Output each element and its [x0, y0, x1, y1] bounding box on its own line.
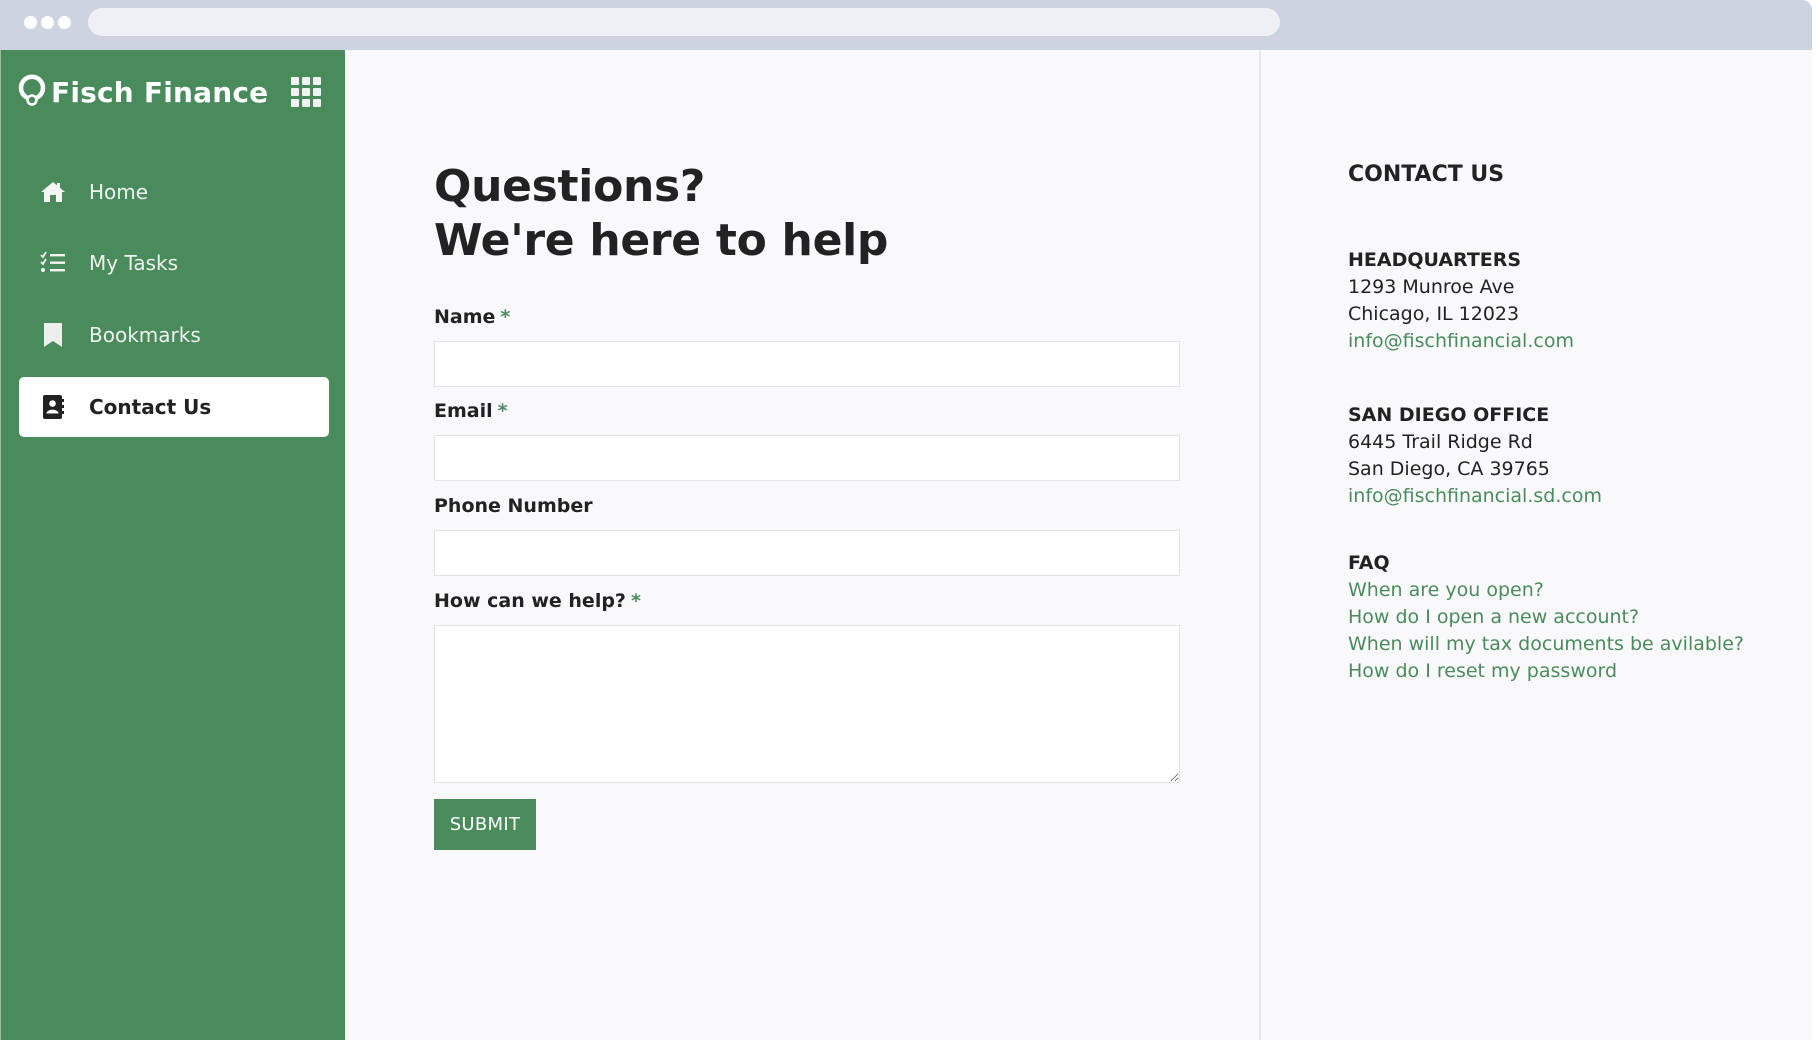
sidebar-item-label: Contact Us: [89, 395, 212, 419]
sidebar-item-home[interactable]: Home: [19, 162, 329, 222]
brand-name: Fisch Finance: [51, 75, 269, 109]
name-label: Name *: [434, 306, 510, 328]
address-book-icon: [39, 393, 67, 421]
name-label-text: Name: [434, 306, 496, 328]
required-marker: *: [497, 400, 508, 422]
san-diego-address-line-1: 6445 Trail Ridge Rd: [1348, 431, 1533, 453]
phone-field[interactable]: [434, 530, 1180, 576]
task-list-icon: [39, 249, 67, 277]
faq-link[interactable]: How do I open a new account?: [1348, 604, 1744, 631]
browser-window: Fisch Finance Home My Tasks Bookmarks Co…: [0, 0, 1812, 1040]
faq-block: FAQ When are you open? How do I open a n…: [1348, 550, 1744, 685]
help-message-textarea[interactable]: [434, 625, 1180, 783]
bookmark-icon: [39, 321, 67, 349]
headquarters-email-link[interactable]: info@fischfinancial.com: [1348, 328, 1574, 355]
email-label-text: Email: [434, 400, 493, 422]
browser-toolbar: [0, 0, 1812, 50]
sidebar-item-contact-us[interactable]: Contact Us: [19, 377, 329, 437]
san-diego-email-link[interactable]: info@fischfinancial.sd.com: [1348, 483, 1602, 510]
phone-label: Phone Number: [434, 495, 593, 517]
window-dot-icon[interactable]: [24, 16, 37, 29]
window-dot-icon[interactable]: [41, 16, 54, 29]
sidebar-item-bookmarks[interactable]: Bookmarks: [19, 305, 329, 365]
home-icon: [39, 178, 67, 206]
headquarters-block: HEADQUARTERS 1293 Munroe Ave Chicago, IL…: [1348, 247, 1574, 355]
san-diego-address-line-2: San Diego, CA 39765: [1348, 458, 1550, 480]
sidebar-item-label: My Tasks: [89, 251, 179, 275]
faq-link[interactable]: When are you open?: [1348, 577, 1744, 604]
san-diego-title: SAN DIEGO OFFICE: [1348, 404, 1550, 426]
contact-info-panel: CONTACT US HEADQUARTERS 1293 Munroe Ave …: [1348, 50, 1788, 1040]
sidebar-item-my-tasks[interactable]: My Tasks: [19, 233, 329, 293]
required-marker: *: [630, 590, 641, 612]
panel-divider: [1259, 50, 1261, 1040]
name-field[interactable]: [434, 341, 1180, 387]
required-marker: *: [500, 306, 511, 328]
contact-title: CONTACT US: [1348, 162, 1505, 187]
sidebar-item-label: Home: [89, 180, 149, 204]
help-label-text: How can we help?: [434, 590, 626, 612]
page-title: Questions? We're here to help: [434, 160, 888, 268]
ring-logo-icon: [17, 73, 47, 111]
faq-link[interactable]: How do I reset my password: [1348, 658, 1744, 685]
faq-title: FAQ: [1348, 552, 1390, 574]
email-label: Email *: [434, 400, 508, 422]
sidebar: Fisch Finance Home My Tasks Bookmarks Co…: [0, 50, 345, 1040]
brand-logo[interactable]: Fisch Finance: [17, 70, 268, 114]
title-line-1: Questions?: [434, 161, 706, 212]
faq-link[interactable]: When will my tax documents be avilable?: [1348, 631, 1744, 658]
contact-form-section: Questions? We're here to help Name * Emai…: [345, 50, 1259, 1040]
email-field[interactable]: [434, 435, 1180, 481]
help-label: How can we help? *: [434, 590, 641, 612]
address-bar[interactable]: [88, 8, 1280, 36]
headquarters-address-line-2: Chicago, IL 12023: [1348, 303, 1520, 325]
grid-icon[interactable]: [291, 77, 321, 107]
submit-button[interactable]: SUBMIT: [434, 799, 536, 850]
title-line-2: We're here to help: [434, 215, 889, 266]
phone-label-text: Phone Number: [434, 495, 593, 517]
headquarters-address-line-1: 1293 Munroe Ave: [1348, 276, 1515, 298]
san-diego-block: SAN DIEGO OFFICE 6445 Trail Ridge Rd San…: [1348, 402, 1602, 510]
window-dot-icon[interactable]: [58, 16, 71, 29]
headquarters-title: HEADQUARTERS: [1348, 249, 1522, 271]
sidebar-item-label: Bookmarks: [89, 323, 201, 347]
